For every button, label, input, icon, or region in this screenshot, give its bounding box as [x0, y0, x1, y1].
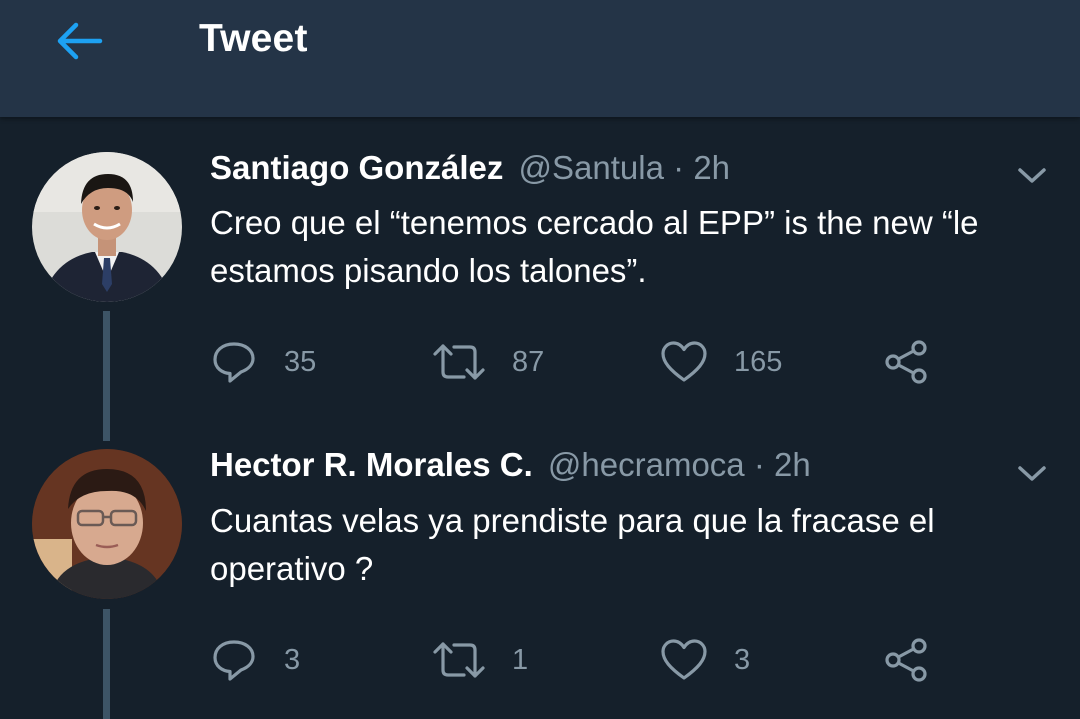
- like-button[interactable]: 165: [660, 338, 782, 386]
- arrow-left-icon: [57, 22, 103, 60]
- timestamp[interactable]: 2h: [774, 446, 811, 483]
- share-icon: [885, 638, 927, 682]
- avatar[interactable]: [32, 449, 182, 599]
- author-handle[interactable]: @Santula: [519, 149, 664, 186]
- author-name[interactable]: Hector R. Morales C.: [210, 446, 533, 483]
- author-handle[interactable]: @hecramoca: [548, 446, 745, 483]
- back-button[interactable]: [52, 18, 106, 64]
- retweet-button[interactable]: 87: [432, 338, 544, 386]
- retweet-count: 87: [512, 345, 545, 378]
- like-count: 165: [734, 345, 783, 378]
- share-button[interactable]: [884, 338, 930, 386]
- thread-line: [103, 609, 110, 719]
- tweet-actions: 3 1 3: [210, 636, 970, 684]
- avatar-image: [32, 449, 182, 599]
- avatar-image: [32, 152, 182, 302]
- tweet[interactable]: Hector R. Morales C. @hecramoca · 2h Cua…: [0, 413, 1080, 719]
- avatar[interactable]: [32, 152, 182, 302]
- meta-separator: ·: [753, 446, 765, 483]
- reply-count: 3: [284, 643, 301, 676]
- tweet-text: Creo que el “tenemos cercado al EPP” is …: [210, 204, 979, 289]
- tweet-meta: Hector R. Morales C. @hecramoca · 2h: [210, 446, 811, 484]
- author-name[interactable]: Santiago González: [210, 149, 503, 186]
- page-title: Tweet: [199, 17, 308, 60]
- tweet-meta: Santiago González @Santula · 2h: [210, 149, 730, 187]
- heart-icon: [661, 639, 707, 680]
- tweet-menu-button[interactable]: [1016, 165, 1048, 187]
- reply-button[interactable]: 3: [210, 636, 300, 684]
- reply-button[interactable]: 35: [210, 338, 316, 386]
- retweet-icon: [433, 344, 485, 380]
- share-button[interactable]: [884, 636, 930, 684]
- tweet-actions: 35 87 165: [210, 338, 970, 386]
- like-button[interactable]: 3: [660, 636, 750, 684]
- retweet-icon: [433, 642, 485, 678]
- like-count: 3: [734, 643, 751, 676]
- share-icon: [885, 340, 927, 384]
- heart-icon: [661, 341, 707, 382]
- retweet-button[interactable]: 1: [432, 636, 528, 684]
- tweet[interactable]: Santiago González @Santula · 2h Creo que…: [0, 117, 1080, 441]
- chevron-down-icon: [1018, 466, 1046, 481]
- chevron-down-icon: [1018, 168, 1046, 183]
- meta-separator: ·: [673, 149, 685, 186]
- tweet-menu-button[interactable]: [1016, 463, 1048, 485]
- retweet-count: 1: [512, 643, 529, 676]
- reply-icon: [213, 640, 255, 681]
- reply-icon: [213, 342, 255, 383]
- tweet-text: Cuantas velas ya prendiste para que la f…: [210, 502, 935, 587]
- top-app-bar: Tweet: [0, 0, 1080, 117]
- timestamp[interactable]: 2h: [693, 149, 730, 186]
- reply-count: 35: [284, 345, 317, 378]
